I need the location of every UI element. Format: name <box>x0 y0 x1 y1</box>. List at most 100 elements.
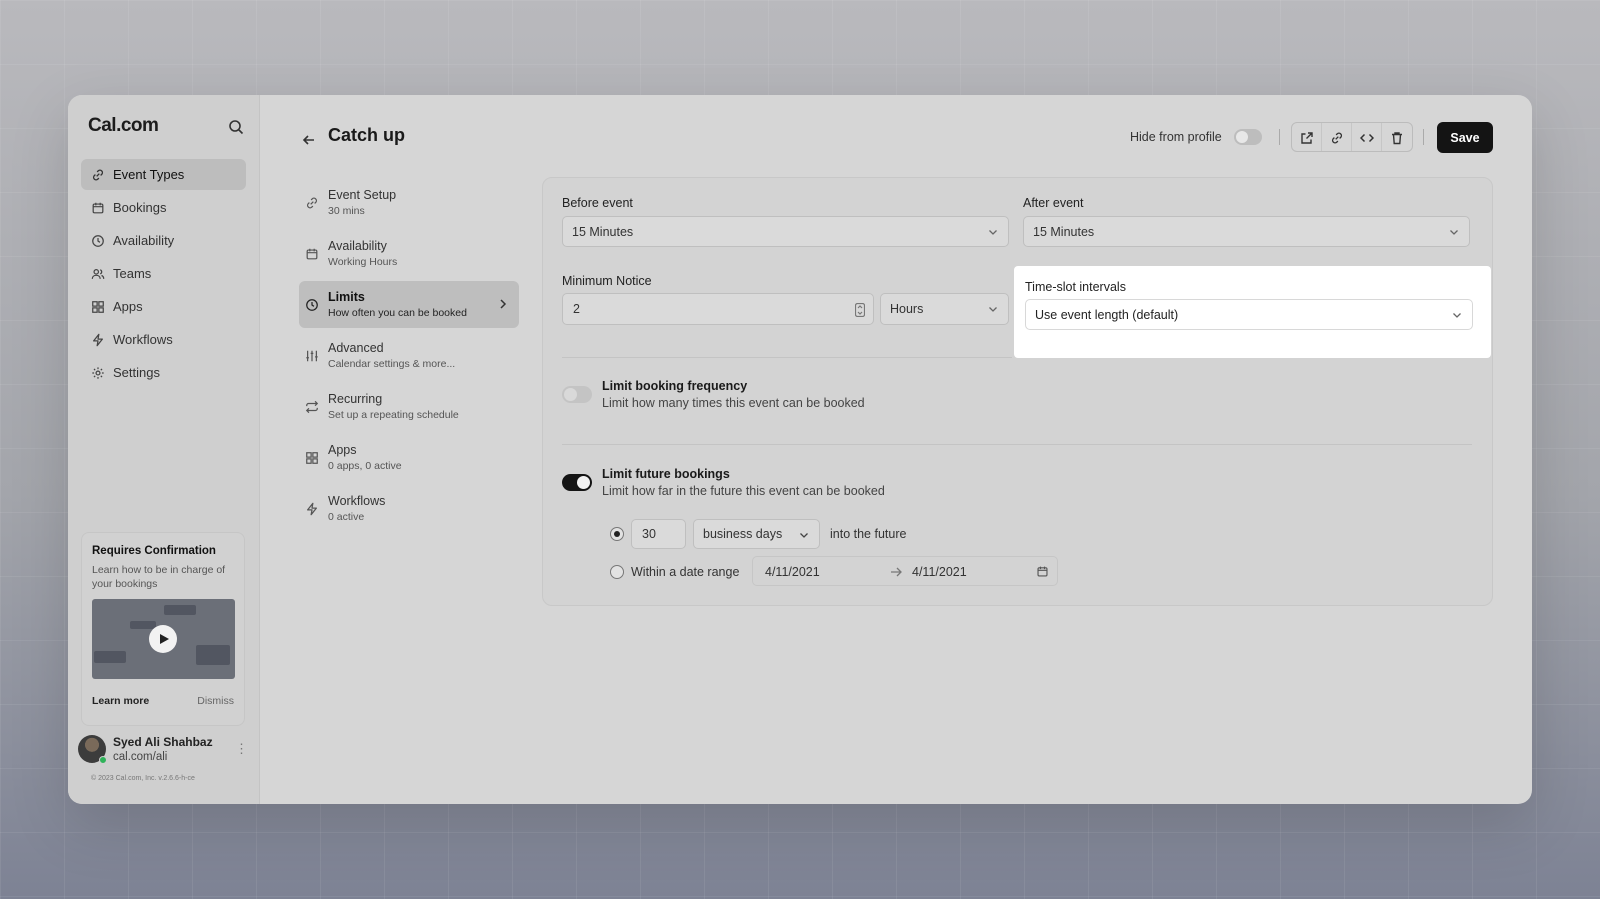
requires-confirmation-card: Requires Confirmation Learn how to be in… <box>81 532 245 726</box>
after-event-label: After event <box>1023 196 1084 210</box>
tab-description: 0 active <box>328 511 365 523</box>
tab-recurring[interactable]: Recurring Set up a repeating schedule <box>299 383 519 430</box>
learn-more-link[interactable]: Learn more <box>92 695 149 707</box>
limit-booking-frequency-toggle[interactable] <box>562 386 592 403</box>
clock-icon <box>306 298 318 311</box>
card-description: Learn how to be in charge of your bookin… <box>92 564 226 590</box>
tab-advanced[interactable]: Advanced Calendar settings & more... <box>299 332 519 379</box>
sidebar-item-bookings[interactable]: Bookings <box>81 192 246 223</box>
sidebar-item-apps[interactable]: Apps <box>81 291 246 322</box>
chevron-down-icon <box>989 307 997 312</box>
profile-url: cal.com/ali <box>113 751 168 763</box>
code-icon <box>1359 133 1374 143</box>
online-status-dot <box>99 756 107 764</box>
save-button[interactable]: Save <box>1437 122 1493 153</box>
select-value: Hours <box>890 302 924 316</box>
zap-icon <box>93 333 103 346</box>
section-divider <box>562 357 1012 358</box>
time-slot-intervals-highlight: Time-slot intervals Use event length (de… <box>1014 266 1491 358</box>
link-icon <box>307 197 317 208</box>
tab-title: Advanced <box>328 341 384 355</box>
dismiss-button[interactable]: Dismiss <box>197 695 234 707</box>
more-options-icon[interactable]: ⋮ <box>235 741 248 757</box>
gear-icon <box>92 366 104 379</box>
back-arrow-icon[interactable] <box>302 133 316 147</box>
trash-icon <box>1392 132 1402 145</box>
zap-icon <box>307 502 317 515</box>
into-the-future-label: into the future <box>830 527 907 541</box>
clock-icon <box>92 234 104 247</box>
before-event-label: Before event <box>562 196 633 210</box>
search-icon[interactable] <box>228 119 244 135</box>
card-title: Requires Confirmation <box>92 545 216 557</box>
minimum-notice-input[interactable]: 2 <box>562 293 874 325</box>
tab-limits[interactable]: Limits How often you can be booked <box>299 281 519 328</box>
tab-description: 30 mins <box>328 205 365 217</box>
limit-future-bookings-desc: Limit how far in the future this event c… <box>602 484 885 498</box>
select-value: Use event length (default) <box>1035 307 1179 322</box>
tab-title: Recurring <box>328 392 383 406</box>
tab-title: Availability <box>328 239 387 253</box>
sidebar-item-event-types[interactable]: Event Types <box>81 159 246 190</box>
external-link-button[interactable] <box>1292 123 1322 151</box>
sidebar-item-teams[interactable]: Teams <box>81 258 246 289</box>
limit-future-bookings-title: Limit future bookings <box>602 467 730 481</box>
business-days-radio[interactable] <box>610 527 624 541</box>
tab-title: Event Setup <box>328 188 397 202</box>
tab-description: How often you can be booked <box>328 307 467 319</box>
avatar <box>78 735 107 764</box>
sidebar-item-workflows[interactable]: Workflows <box>81 324 246 355</box>
time-slot-intervals-select[interactable]: Use event length (default) <box>1025 299 1473 330</box>
external-link-icon <box>1300 132 1313 144</box>
limit-future-bookings-toggle[interactable] <box>562 474 592 491</box>
logo[interactable]: Cal.com <box>88 115 159 137</box>
tab-title: Limits <box>328 290 365 304</box>
tab-availability[interactable]: Availability Working Hours <box>299 230 519 277</box>
sidebar-item-label: Bookings <box>113 200 167 215</box>
users-icon <box>91 268 105 279</box>
link-icon <box>93 169 103 180</box>
sliders-icon <box>306 350 318 361</box>
sidebar-item-availability[interactable]: Availability <box>81 225 246 256</box>
minimum-notice-unit-select[interactable]: Hours <box>880 293 1009 325</box>
sidebar-nav: Event Types Bookings Availability Teams … <box>81 159 246 390</box>
page-title: Catch up <box>328 125 406 145</box>
delete-button[interactable] <box>1382 123 1412 151</box>
chevron-down-icon <box>1450 230 1458 235</box>
select-value: business days <box>703 527 783 541</box>
stepper-icon[interactable] <box>855 303 865 317</box>
tab-event-setup[interactable]: Event Setup 30 mins <box>299 179 519 226</box>
play-icon[interactable] <box>149 625 177 653</box>
before-event-select[interactable]: 15 Minutes <box>562 216 1009 247</box>
days-count-input[interactable]: 30 <box>631 519 686 549</box>
copy-link-button[interactable] <box>1322 123 1352 151</box>
copyright: © 2023 Cal.com, Inc. v.2.6.6-h-ce <box>91 775 195 782</box>
date-range-picker[interactable]: 4/11/2021 4/11/2021 <box>752 556 1058 586</box>
tab-title: Workflows <box>328 494 386 508</box>
sidebar-item-label: Availability <box>113 233 175 248</box>
date-range-radio[interactable] <box>610 565 624 579</box>
header-actions <box>1291 122 1413 152</box>
grid-icon <box>92 300 104 313</box>
tab-description: Working Hours <box>328 256 398 268</box>
sidebar-item-label: Teams <box>113 266 152 281</box>
tab-description: Set up a repeating schedule <box>328 409 459 421</box>
app-window: Cal.com Event Types Bookings Availabilit… <box>68 95 1532 804</box>
input-value: 30 <box>642 527 656 541</box>
video-thumbnail[interactable] <box>92 599 235 679</box>
sidebar-item-settings[interactable]: Settings <box>81 357 246 388</box>
range-start-date: 4/11/2021 <box>765 565 820 579</box>
time-slot-intervals-label: Time-slot intervals <box>1025 280 1126 294</box>
embed-code-button[interactable] <box>1352 123 1382 151</box>
input-value: 2 <box>573 302 580 316</box>
tab-apps[interactable]: Apps 0 apps, 0 active <box>299 434 519 481</box>
calendar-icon <box>306 248 318 259</box>
hide-from-profile-toggle[interactable] <box>1234 129 1262 145</box>
tab-workflows[interactable]: Workflows 0 active <box>299 485 519 532</box>
user-profile[interactable]: Syed Ali Shahbaz cal.com/ali ⋮ <box>78 735 248 764</box>
grid-icon <box>306 451 318 464</box>
days-unit-select[interactable]: business days <box>693 519 820 549</box>
after-event-select[interactable]: 15 Minutes <box>1023 216 1470 247</box>
range-end-date: 4/11/2021 <box>912 565 967 579</box>
calendar-icon[interactable] <box>1036 565 1049 578</box>
